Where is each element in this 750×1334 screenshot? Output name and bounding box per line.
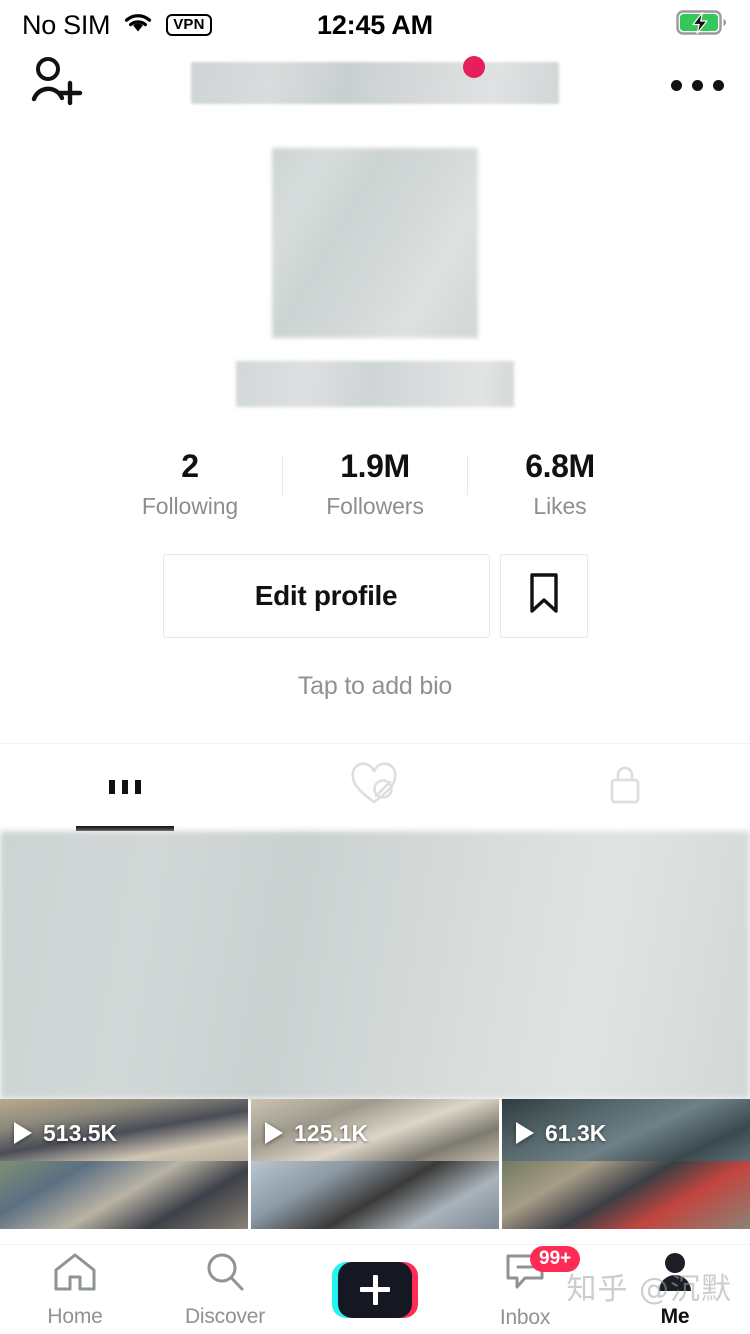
status-bar-left: No SIM VPN — [22, 10, 212, 41]
dot — [671, 79, 682, 91]
stat-likes[interactable]: 6.8M Likes — [468, 448, 652, 520]
carrier-label: No SIM — [22, 9, 111, 40]
bottom-navigation: Home Discover 99+ Inbox Me — [0, 1244, 750, 1334]
dot — [692, 79, 703, 91]
inbox-badge: 99+ — [530, 1245, 581, 1273]
home-icon — [52, 1251, 98, 1298]
bookmark-button[interactable] — [499, 553, 588, 638]
tab-liked[interactable] — [250, 744, 500, 831]
view-count: 125.1K — [294, 1119, 369, 1146]
battery-charging-icon — [676, 9, 728, 41]
video-thumbnail[interactable] — [251, 1160, 499, 1229]
video-thumbnail[interactable]: 61.3K — [502, 1098, 750, 1161]
plus-vertical — [372, 1274, 378, 1305]
stat-label: Following — [141, 492, 239, 519]
nav-label: Home — [47, 1304, 103, 1328]
vpn-badge: VPN — [166, 13, 212, 37]
video-row-1: 513.5K 125.1K 61.3K — [0, 1098, 750, 1161]
nav-label: Inbox — [499, 1305, 551, 1329]
play-icon — [14, 1122, 32, 1145]
grid-icon — [109, 780, 141, 795]
edit-profile-button[interactable]: Edit profile — [162, 553, 490, 638]
play-icon — [516, 1122, 534, 1145]
status-bar: No SIM VPN 12:45 AM — [0, 0, 750, 50]
nav-item-me[interactable]: Me — [600, 1251, 750, 1329]
profile-section: 2 Following 1.9M Followers 6.8M Likes Ed… — [0, 148, 750, 701]
profile-username-blurred — [236, 361, 514, 407]
video-thumbnail[interactable] — [0, 1160, 248, 1229]
tab-private[interactable] — [500, 744, 750, 831]
three-dots-icon[interactable] — [671, 79, 724, 91]
thumbnail-image — [0, 1160, 248, 1229]
nav-item-home[interactable]: Home — [0, 1251, 150, 1329]
create-plus-icon[interactable] — [332, 1261, 418, 1318]
heart-slash-icon — [349, 762, 401, 813]
video-grid: 513.5K 125.1K 61.3K — [0, 830, 750, 1229]
dot — [713, 79, 724, 91]
nav-label: Me — [660, 1304, 690, 1328]
profile-tabs — [0, 742, 750, 831]
status-bar-right — [676, 9, 728, 41]
video-views: 513.5K — [14, 1120, 117, 1147]
notification-dot — [463, 56, 485, 78]
video-views: 125.1K — [265, 1120, 368, 1147]
nav-item-inbox[interactable]: 99+ Inbox — [450, 1245, 600, 1330]
play-icon — [265, 1122, 283, 1145]
bookmark-icon — [527, 572, 561, 619]
tab-videos[interactable] — [0, 744, 250, 831]
view-count: 61.3K — [545, 1119, 607, 1146]
stat-value: 1.9M — [340, 448, 410, 484]
profile-stats: 2 Following 1.9M Followers 6.8M Likes — [0, 448, 750, 520]
video-views: 61.3K — [516, 1120, 606, 1147]
add-person-icon[interactable] — [26, 55, 84, 116]
video-row-2 — [0, 1160, 750, 1229]
search-icon — [203, 1251, 247, 1298]
stat-value: 6.8M — [525, 448, 595, 484]
nav-label: Discover — [184, 1304, 266, 1328]
person-icon — [653, 1251, 697, 1298]
lock-icon — [603, 761, 647, 814]
username-blurred — [191, 62, 559, 104]
nav-item-discover[interactable]: Discover — [150, 1251, 300, 1329]
stat-followers[interactable]: 1.9M Followers — [283, 448, 467, 520]
profile-actions: Edit profile — [0, 553, 750, 638]
video-grid-blurred-overlay — [0, 830, 750, 1099]
stat-value: 2 — [181, 448, 199, 484]
profile-header — [0, 50, 750, 120]
video-thumbnail[interactable]: 513.5K — [0, 1098, 248, 1161]
create-core — [338, 1261, 412, 1318]
bio-placeholder[interactable]: Tap to add bio — [0, 672, 750, 701]
thumbnail-image — [502, 1160, 750, 1229]
stat-label: Followers — [326, 492, 424, 519]
video-thumbnail[interactable]: 125.1K — [251, 1098, 499, 1161]
avatar[interactable] — [272, 148, 478, 338]
view-count: 513.5K — [43, 1119, 118, 1146]
stat-label: Likes — [533, 492, 587, 519]
header-username-area[interactable] — [191, 56, 559, 104]
nav-item-create[interactable] — [300, 1261, 450, 1318]
thumbnail-image — [251, 1160, 499, 1229]
wifi-icon — [122, 11, 154, 40]
tiktok-profile-screen: No SIM VPN 12:45 AM 2 Following 1.9M Fol… — [0, 0, 750, 1334]
stat-following[interactable]: 2 Following — [98, 448, 282, 520]
video-thumbnail[interactable] — [502, 1160, 750, 1229]
